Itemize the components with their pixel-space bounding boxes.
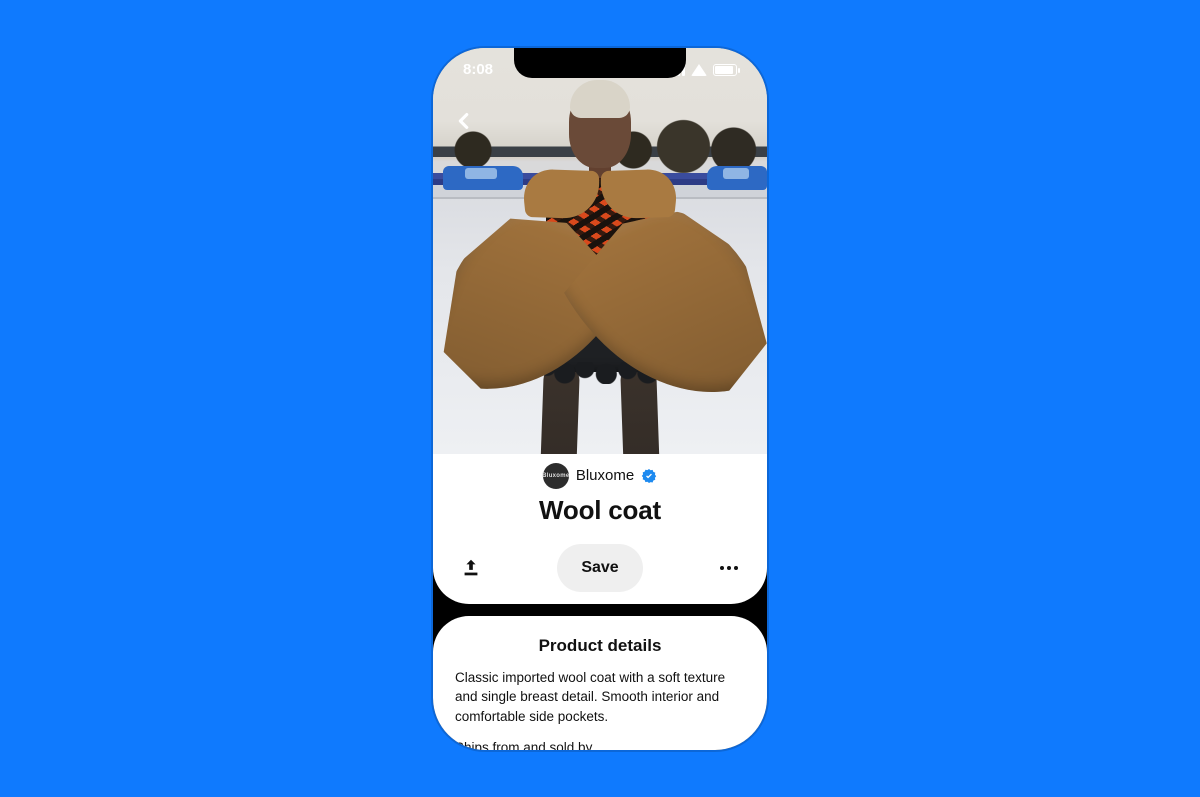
brand-link[interactable]: Bluxome Bluxome — [543, 463, 657, 489]
phone-frame: 8:08 — [433, 48, 767, 750]
device-notch — [514, 48, 686, 78]
wifi-icon — [691, 64, 707, 76]
product-details-card[interactable]: Product details Classic imported wool co… — [433, 616, 767, 750]
share-icon — [460, 557, 482, 579]
brand-avatar-label: Bluxome — [542, 473, 569, 479]
pin-actions: Save — [433, 544, 767, 592]
chevron-left-icon — [453, 110, 475, 132]
save-button-label: Save — [581, 559, 618, 577]
product-title: Wool coat — [539, 495, 661, 526]
share-button[interactable] — [455, 552, 487, 584]
battery-icon — [713, 64, 737, 76]
verified-badge-icon — [641, 468, 657, 484]
save-button[interactable]: Save — [557, 544, 642, 592]
product-details-heading: Product details — [455, 636, 745, 656]
status-time: 8:08 — [463, 61, 493, 78]
brand-name: Bluxome — [576, 467, 634, 484]
brand-avatar: Bluxome — [543, 463, 569, 489]
product-shipping: Ships from and sold by bluxome.co — [455, 738, 745, 749]
product-details-body: Classic imported wool coat with a soft t… — [455, 668, 745, 750]
pin-hero-card: Bluxome Bluxome Wool coat Save — [433, 48, 767, 604]
back-button[interactable] — [447, 104, 481, 138]
more-icon — [720, 566, 738, 570]
more-button[interactable] — [713, 552, 745, 584]
ships-prefix: Ships from and sold by — [455, 740, 592, 749]
pin-meta: Bluxome Bluxome Wool coat — [433, 463, 767, 526]
pin-image[interactable] — [433, 48, 767, 454]
product-description: Classic imported wool coat with a soft t… — [455, 668, 745, 727]
